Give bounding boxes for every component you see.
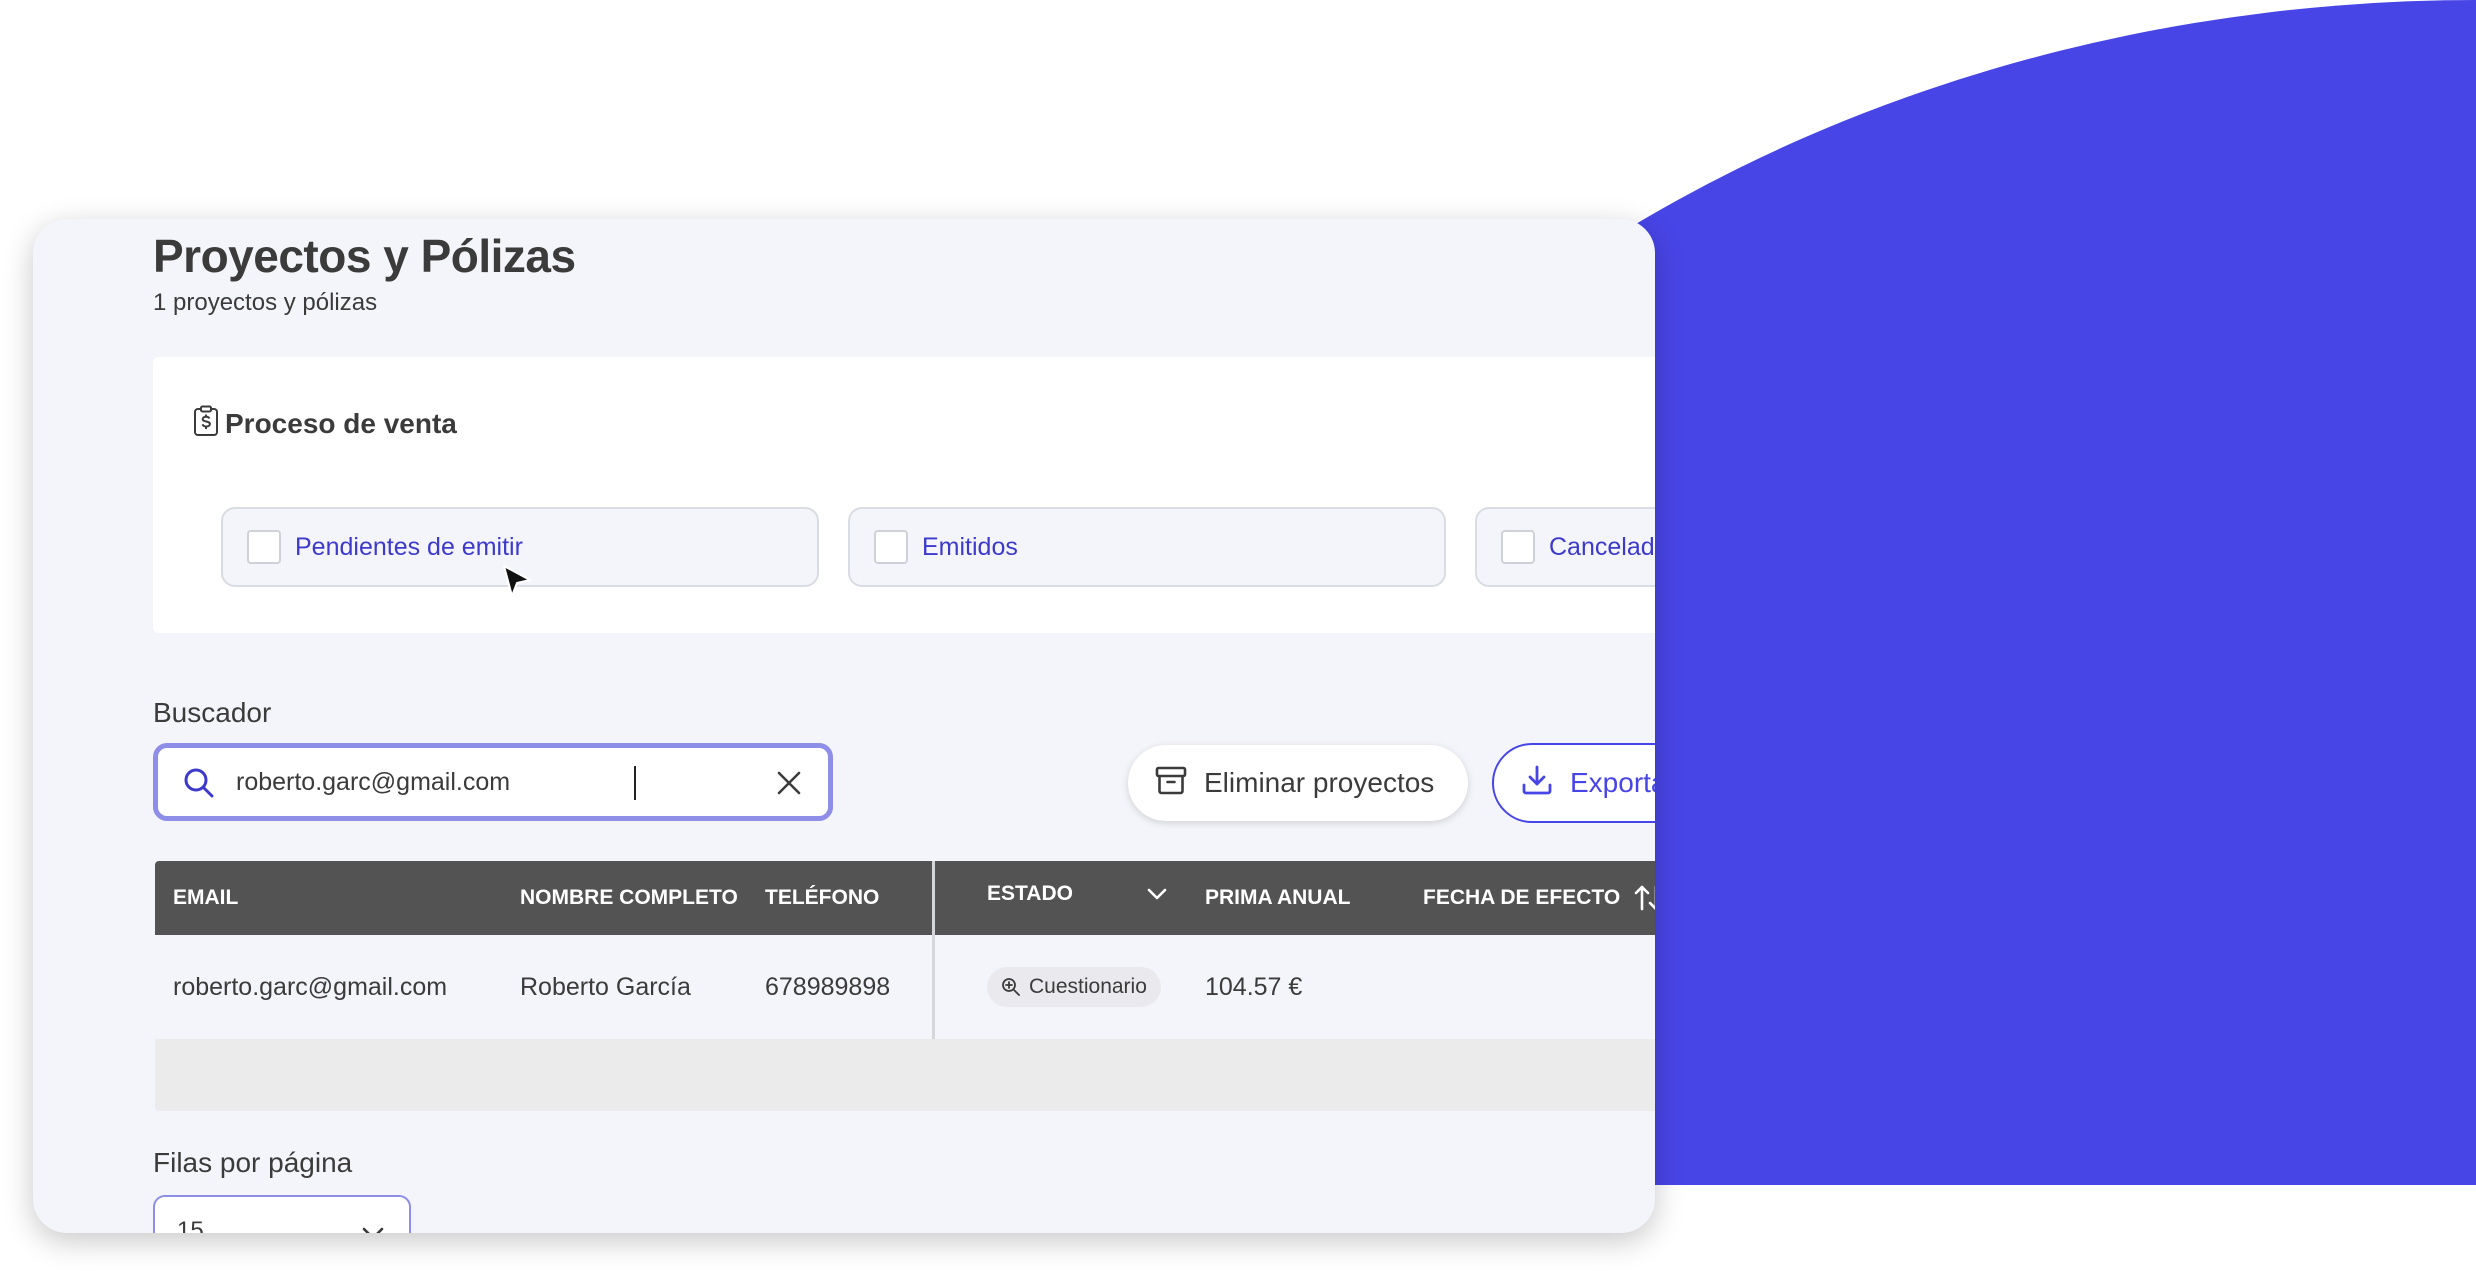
filter-label: Emitidos: [922, 532, 1018, 561]
rows-per-page-value: 15: [177, 1217, 204, 1233]
projects-table: EMAIL NOMBRE COMPLETO TELÉFONO ESTADO PR…: [155, 861, 1655, 1111]
checkbox[interactable]: [874, 530, 908, 564]
column-header-nombre-completo[interactable]: NOMBRE COMPLETO: [520, 861, 738, 935]
cell-premium: 104.57 €: [1205, 972, 1303, 1001]
export-label: Exportar: [1570, 767, 1655, 798]
mouse-pointer-icon: [500, 564, 536, 604]
filter-cancelados[interactable]: Cancelados: [1475, 507, 1655, 587]
chevron-down-icon[interactable]: [1145, 882, 1169, 906]
archive-icon: [1154, 763, 1188, 804]
status-badge-label: Cuestionario: [1029, 975, 1147, 998]
delete-projects-button[interactable]: Eliminar proyectos: [1128, 745, 1468, 821]
column-header-email[interactable]: EMAIL: [173, 861, 238, 935]
column-header-fecha-de-efecto[interactable]: FECHA DE EFECTO: [1423, 861, 1655, 935]
sort-icon[interactable]: [1632, 881, 1655, 915]
search-label: Buscador: [153, 697, 272, 728]
checkbox[interactable]: [1501, 530, 1535, 564]
search-icon: [182, 766, 216, 800]
checkbox[interactable]: [247, 530, 281, 564]
export-button[interactable]: Exportar: [1492, 743, 1655, 823]
page-subtitle: 1 proyectos y pólizas: [153, 289, 378, 316]
column-header-telefono[interactable]: TELÉFONO: [765, 861, 879, 935]
download-icon: [1520, 763, 1554, 804]
close-icon[interactable]: [774, 768, 804, 798]
search-input[interactable]: [236, 758, 726, 806]
filter-emitidos[interactable]: Emitidos: [848, 507, 1446, 587]
filter-label: Cancelados: [1549, 532, 1655, 561]
sales-process-header: Proceso de venta: [193, 405, 457, 442]
table-row[interactable]: roberto.garc@gmail.com Roberto García 67…: [155, 935, 1655, 1039]
rows-per-page-label: Filas por página: [153, 1147, 353, 1178]
rows-per-page-select[interactable]: 15: [153, 1195, 411, 1233]
cell-name: Roberto García: [520, 972, 691, 1001]
status-badge: Cuestionario: [987, 967, 1161, 1007]
table-header: EMAIL NOMBRE COMPLETO TELÉFONO ESTADO PR…: [155, 861, 1655, 935]
cell-phone: 678989898: [765, 972, 891, 1001]
sales-process-panel: Proceso de venta Pendientes de emitir Em…: [153, 357, 1655, 633]
page-title: Proyectos y Pólizas: [153, 230, 576, 282]
filter-label: Pendientes de emitir: [295, 532, 523, 561]
app-window: Proyectos y Pólizas 1 proyectos y póliza…: [33, 219, 1655, 1233]
cell-email: roberto.garc@gmail.com: [173, 972, 448, 1001]
column-header-estado[interactable]: ESTADO: [987, 861, 1169, 931]
search-field[interactable]: [153, 743, 833, 821]
cell-status: Cuestionario: [987, 935, 1161, 1039]
clipboard-dollar-icon: [193, 405, 219, 442]
sales-process-title: Proceso de venta: [225, 407, 457, 439]
text-cursor: [634, 766, 636, 800]
column-header-prima-anual[interactable]: PRIMA ANUAL: [1205, 861, 1350, 935]
delete-projects-label: Eliminar proyectos: [1204, 767, 1435, 798]
search-icon: [1001, 977, 1021, 997]
column-divider: [932, 861, 935, 1039]
